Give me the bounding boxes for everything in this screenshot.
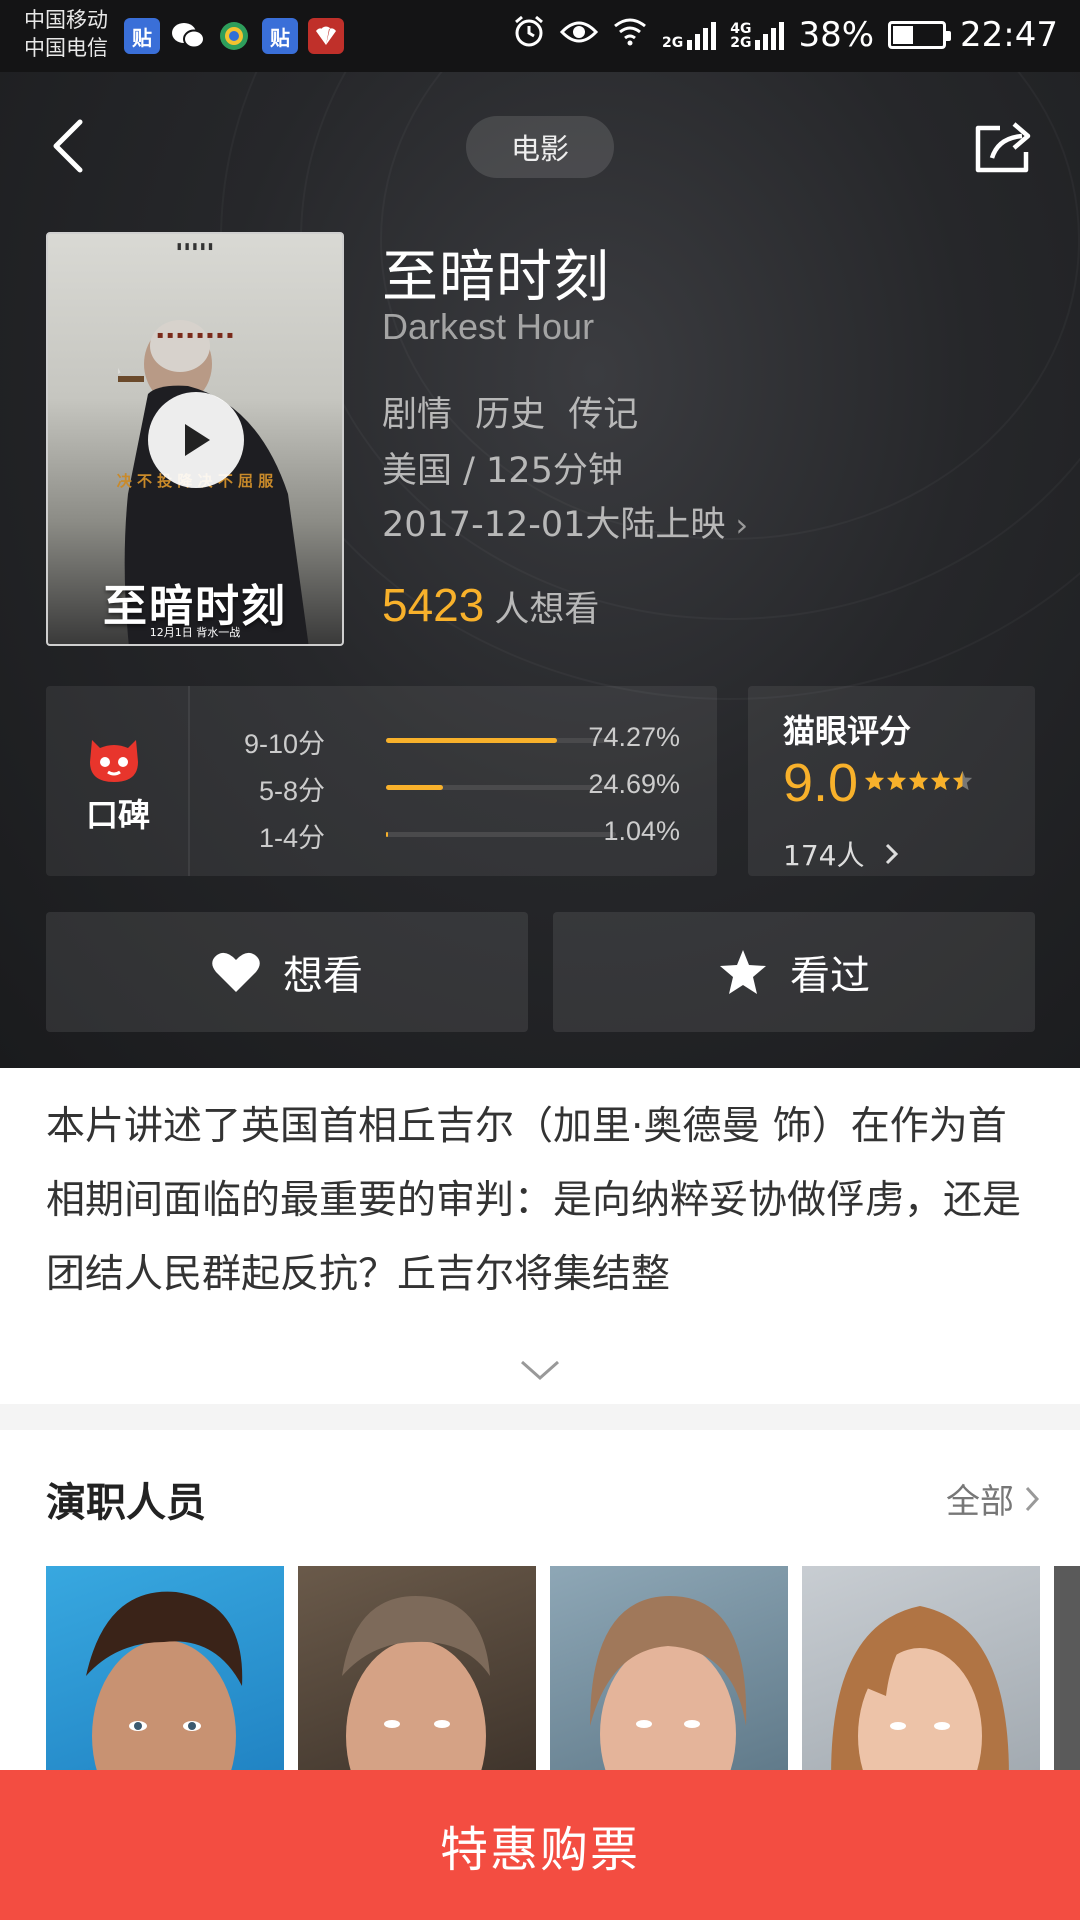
chevron-right-icon [876, 839, 899, 872]
rating-percent: 24.69% [588, 769, 680, 799]
word-of-mouth-badge: 口碑 [46, 686, 190, 876]
star-icon [720, 950, 766, 994]
rating-count[interactable]: 174人 [783, 834, 899, 874]
rating-bar-track [386, 785, 616, 790]
movie-release-date[interactable]: 2017-12-01大陆上映 › [382, 496, 748, 547]
status-right: 2G 4G 2G 38% 22:47 [512, 14, 1058, 56]
want-to-watch-label: 想看 [283, 953, 363, 999]
release-date-text: 2017-12-01大陆上映 [382, 505, 726, 545]
word-of-mouth-label: 口碑 [85, 796, 150, 834]
want-count: 5423 人想看 [382, 578, 599, 632]
status-bar: 中国移动 中国电信 贴 贴 2G 4G 2G 38% 22:47 [0, 0, 1080, 72]
chevron-down-icon[interactable] [518, 1358, 562, 1382]
signal-2: 4G 2G [730, 20, 785, 51]
buy-ticket-button[interactable]: 特惠购票 [0, 1770, 1080, 1920]
maoyan-cat-icon [90, 740, 138, 782]
poster-release: 12月1日 背水一战 [149, 626, 241, 639]
background-ring [220, 0, 1080, 700]
play-trailer-button[interactable] [148, 392, 244, 488]
rating-range: 5-8分 [258, 776, 325, 806]
wechat-icon [170, 18, 206, 54]
cast-view-all-label: 全部 [946, 1482, 1014, 1522]
alarm-icon [512, 14, 546, 56]
network-type-1: 2G [661, 35, 684, 51]
rating-star-icon [864, 770, 885, 791]
rating-bar-track [386, 738, 616, 743]
tieba-icon: 贴 [124, 18, 160, 54]
star-rating [864, 770, 973, 791]
carrier-labels: 中国移动 中国电信 [24, 6, 108, 62]
chevron-left-icon [53, 119, 83, 173]
notification-icons: 贴 贴 [124, 18, 344, 54]
cast-section-title: 演职人员 [46, 1480, 206, 1526]
movie-poster[interactable]: ▮ ▮ ▮ ▮ ▮ ▪ ▪ ▪ ▪ ▪ ▪ ▪ ▪ 决 不 投 降 决 不 屈 … [46, 232, 344, 646]
rating-star-icon [952, 770, 973, 791]
rating-bar-fill [386, 738, 557, 743]
battery-level [893, 26, 913, 44]
chevron-right-icon [1025, 1486, 1040, 1511]
rating-distribution-row: 5-8分 24.69% [230, 769, 710, 806]
watched-label: 看过 [790, 953, 870, 999]
browser-icon [216, 18, 252, 54]
wifi-icon [612, 15, 648, 55]
clock: 22:47 [960, 15, 1058, 55]
want-count-number: 5423 [382, 579, 485, 631]
maoyan-score-value: 9.0 [783, 753, 859, 813]
battery-percent: 38% [798, 15, 875, 55]
rating-distribution-row: 9-10分 74.27% [230, 722, 710, 759]
rating-star-icon [908, 770, 929, 791]
watched-button[interactable]: 看过 [553, 912, 1035, 1032]
rating-bar-fill [386, 785, 443, 790]
word-of-mouth-panel: 口碑 9-10分 74.27% 5-8分 24.69% 1-4分 1.04% [46, 686, 717, 876]
carrier-1: 中国移动 [24, 8, 108, 32]
rating-count-text: 174人 [783, 839, 865, 872]
back-button[interactable] [50, 115, 102, 177]
cast-view-all-link[interactable]: 全部 [946, 1474, 1040, 1523]
rating-star-icon [930, 770, 951, 791]
movie-country-duration: 美国 / 125分钟 [382, 451, 623, 491]
rating-bar-track [386, 832, 616, 837]
want-count-suffix: 人想看 [494, 590, 600, 630]
want-to-watch-button[interactable]: 想看 [46, 912, 528, 1032]
rating-bar-fill [386, 832, 389, 837]
battery-icon [888, 21, 952, 49]
rating-percent: 1.04% [603, 816, 680, 846]
tieba-icon: 贴 [262, 18, 298, 54]
network-type-2b: 2G [730, 35, 752, 51]
movie-genres: 剧情 历史 传记 [382, 395, 639, 435]
rating-star-icon [886, 770, 907, 791]
rating-percent: 74.27% [588, 722, 680, 752]
rating-range: 9-10分 [243, 729, 325, 759]
synopsis-text: 本片讲述了英国首相丘吉尔（加里·奥德曼 饰）在作为首相期间面临的最重要的审判：是… [46, 1104, 1022, 1297]
share-icon [975, 122, 1031, 173]
rating-distribution-row: 1-4分 1.04% [230, 816, 710, 853]
movie-hero: 中国移动 中国电信 贴 贴 2G 4G 2G 38% 22:47 电影 ▮ ▮ … [0, 0, 1080, 1068]
maoyan-score-panel[interactable]: 猫眼评分 9.0 174人 [748, 686, 1035, 876]
category-pill: 电影 [466, 116, 614, 178]
synopsis-section[interactable]: 本片讲述了英国首相丘吉尔（加里·奥德曼 饰）在作为首相期间面临的最重要的审判：是… [0, 1068, 1080, 1404]
movie-title: 至暗时刻 [382, 245, 610, 310]
movie-title-english: Darkest Hour [382, 306, 595, 347]
poster-top-caption: ▪ ▪ ▪ ▪ ▪ ▪ ▪ ▪ [156, 330, 234, 341]
huawei-icon [308, 18, 344, 54]
poster-awards-strip: ▮ ▮ ▮ ▮ ▮ [176, 242, 214, 252]
network-type-2a: 4G [730, 21, 752, 37]
eye-comfort-icon [559, 15, 599, 55]
play-icon [185, 424, 210, 456]
rating-range: 1-4分 [258, 823, 325, 853]
signal-1: 2G [661, 20, 717, 51]
maoyan-score-label: 猫眼评分 [783, 712, 912, 750]
chevron-right-icon: › [735, 506, 749, 544]
heart-icon [212, 952, 260, 992]
share-button[interactable] [972, 118, 1040, 178]
carrier-2: 中国电信 [24, 36, 108, 60]
